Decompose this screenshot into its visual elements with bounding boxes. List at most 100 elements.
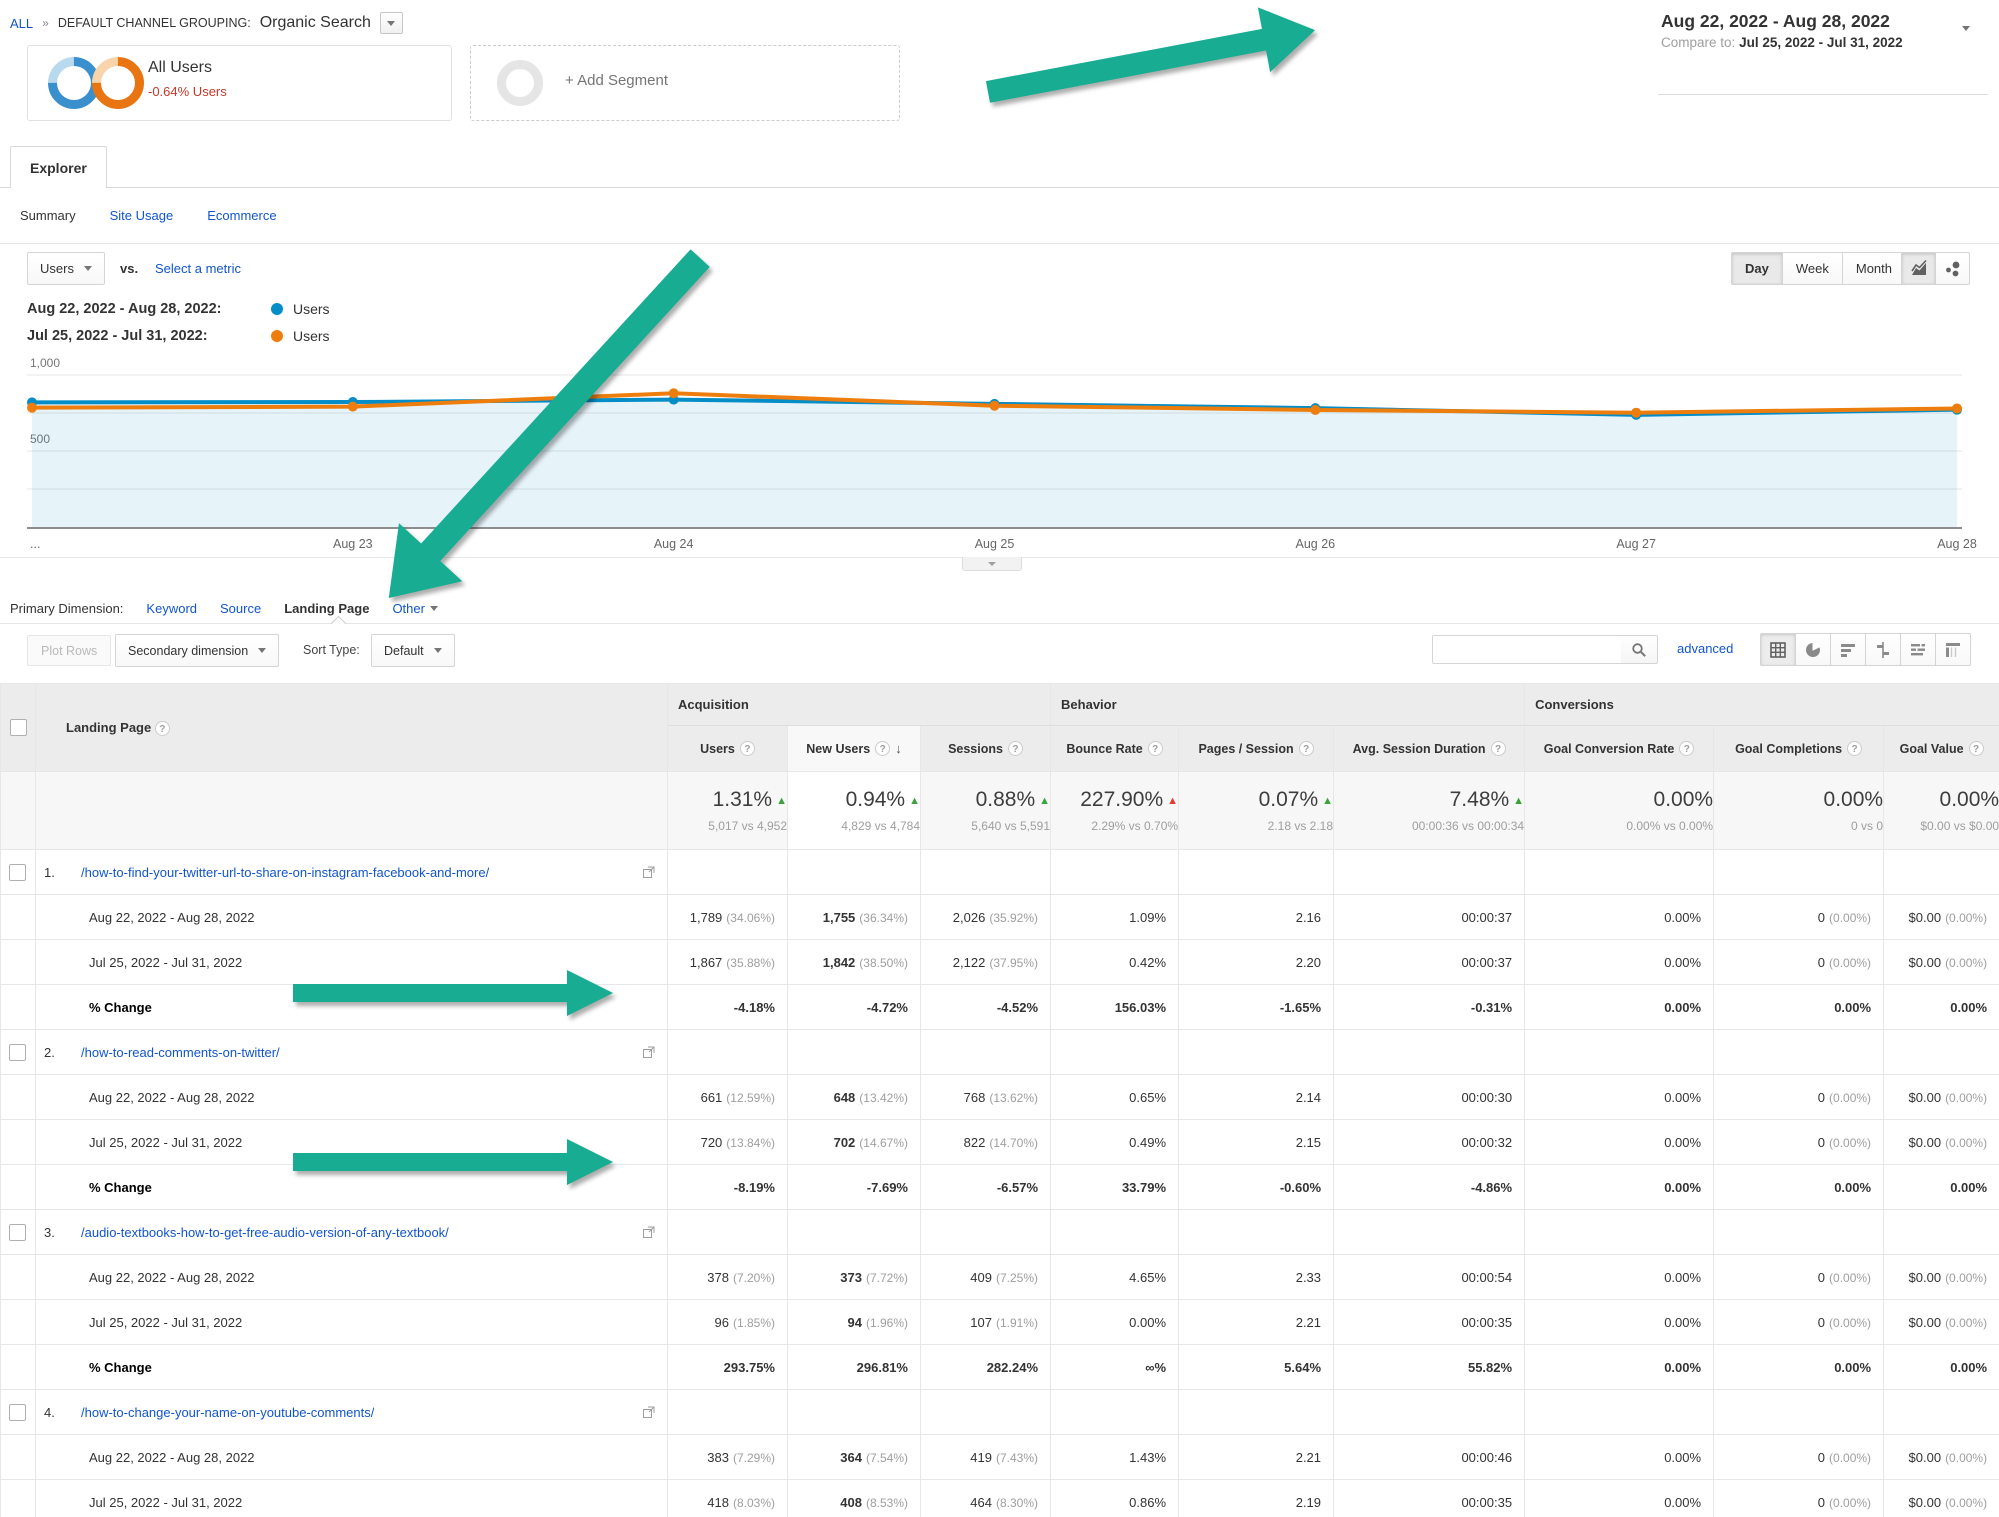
table-search-input[interactable] xyxy=(1432,635,1622,664)
period-label-cell: Aug 22, 2022 - Aug 28, 2022 xyxy=(36,1255,668,1300)
help-icon[interactable]: ? xyxy=(1491,741,1506,756)
secondary-dimension-dropdown[interactable]: Secondary dimension xyxy=(115,634,279,667)
data-view-button[interactable] xyxy=(1760,633,1796,666)
column-header-new_users[interactable]: New Users?↓ xyxy=(788,726,921,772)
dimension-keyword-link[interactable]: Keyword xyxy=(146,601,197,616)
cell-percent-of-total: (0.00%) xyxy=(1945,1451,1987,1465)
segment-all-users-card[interactable]: All Users -0.64% Users xyxy=(27,45,452,121)
open-in-new-icon[interactable] xyxy=(642,866,655,879)
subtab-summary[interactable]: Summary xyxy=(20,208,76,223)
help-icon[interactable]: ? xyxy=(1679,741,1694,756)
granularity-day-button[interactable]: Day xyxy=(1731,252,1783,285)
header-landing-page: Landing Page ? xyxy=(36,684,668,772)
line-chart-view-button[interactable] xyxy=(1901,252,1936,285)
row-select-cell xyxy=(1,1075,36,1120)
column-header-gc[interactable]: Goal Completions? xyxy=(1714,726,1884,772)
cell-value: 0.00% xyxy=(1664,1270,1701,1285)
row-checkbox[interactable] xyxy=(9,1404,26,1421)
column-header-bounce[interactable]: Bounce Rate? xyxy=(1051,726,1179,772)
metric-dropdown[interactable]: Users xyxy=(27,252,105,285)
subtab-site-usage[interactable]: Site Usage xyxy=(110,208,174,223)
cell-gcr: 0.00% xyxy=(1525,1075,1714,1120)
cell-value: 2.21 xyxy=(1296,1315,1321,1330)
select-a-metric-link[interactable]: Select a metric xyxy=(155,261,241,276)
help-icon[interactable]: ? xyxy=(1148,741,1163,756)
performance-view-button[interactable] xyxy=(1830,633,1866,666)
comparison-view-button[interactable] xyxy=(1865,633,1901,666)
dimension-landing-page-active[interactable]: Landing Page xyxy=(284,601,369,616)
column-header-users[interactable]: Users? xyxy=(668,726,788,772)
date-range-picker[interactable]: Aug 22, 2022 - Aug 28, 2022 Compare to: … xyxy=(1661,11,1961,50)
cell-value: 720 xyxy=(701,1135,723,1150)
collapse-chart-tab[interactable] xyxy=(962,557,1022,571)
table-search-button[interactable] xyxy=(1621,635,1658,664)
select-all-checkbox[interactable] xyxy=(10,719,27,736)
summary-comparison: 2.18 vs 2.18 xyxy=(1179,819,1333,833)
sort-descending-icon[interactable]: ↓ xyxy=(895,741,902,756)
landing-page-header-label[interactable]: Landing Page xyxy=(66,720,151,735)
help-icon[interactable]: ? xyxy=(1847,741,1862,756)
legend-dot-orange-icon xyxy=(271,330,283,342)
advanced-filter-link[interactable]: advanced xyxy=(1677,641,1733,656)
cell-users: 720(13.84%) xyxy=(668,1120,788,1165)
cell-value: 00:00:37 xyxy=(1461,910,1512,925)
percentage-view-button[interactable] xyxy=(1795,633,1831,666)
change-value: -0.60% xyxy=(1280,1180,1321,1195)
motion-chart-view-button[interactable] xyxy=(1935,252,1970,285)
grouping-dropdown-button[interactable] xyxy=(380,12,403,34)
help-icon[interactable]: ? xyxy=(1299,741,1314,756)
granularity-week-button[interactable]: Week xyxy=(1782,252,1843,285)
cell-gc: 0(0.00%) xyxy=(1714,940,1884,985)
row-checkbox[interactable] xyxy=(9,864,26,881)
open-in-new-icon[interactable] xyxy=(642,1046,655,1059)
change-cell-sessions: 282.24% xyxy=(921,1345,1051,1390)
empty-cell xyxy=(668,1210,788,1255)
legend-date-range-b: Jul 25, 2022 - Jul 31, 2022: xyxy=(27,328,265,344)
summary-percent-value: 0.00% xyxy=(1654,788,1714,811)
change-value: -6.57% xyxy=(997,1180,1038,1195)
row-checkbox[interactable] xyxy=(9,1224,26,1241)
cell-value: $0.00 xyxy=(1909,1315,1942,1330)
column-header-pages[interactable]: Pages / Session? xyxy=(1179,726,1334,772)
segment-delta: -0.64% Users xyxy=(148,84,227,99)
term-cloud-view-button[interactable] xyxy=(1900,633,1936,666)
empty-cell xyxy=(1714,1030,1884,1075)
cell-value: 0.00% xyxy=(1664,1135,1701,1150)
dimension-source-link[interactable]: Source xyxy=(220,601,261,616)
granularity-month-button[interactable]: Month xyxy=(1842,252,1906,285)
landing-page-link[interactable]: /how-to-read-comments-on-twitter/ xyxy=(81,1045,280,1060)
cell-new_users: 702(14.67%) xyxy=(788,1120,921,1165)
summary-comparison: $0.00 vs $0.00 xyxy=(1884,819,1999,833)
row-checkbox[interactable] xyxy=(9,1044,26,1061)
column-header-gv[interactable]: Goal Value? xyxy=(1884,726,1999,772)
column-header-duration[interactable]: Avg. Session Duration? xyxy=(1334,726,1525,772)
sort-type-dropdown[interactable]: Default xyxy=(371,634,455,667)
date-picker-chevron-icon[interactable] xyxy=(1962,26,1970,31)
cell-value: 464 xyxy=(970,1495,992,1510)
open-in-new-icon[interactable] xyxy=(642,1226,655,1239)
cell-percent-of-total: (8.30%) xyxy=(996,1496,1038,1510)
column-header-gcr[interactable]: Goal Conversion Rate? xyxy=(1525,726,1714,772)
landing-page-link[interactable]: /audio-textbooks-how-to-get-free-audio-v… xyxy=(81,1225,449,1240)
subtab-ecommerce[interactable]: Ecommerce xyxy=(207,208,276,223)
add-segment-card[interactable]: + Add Segment xyxy=(470,45,900,121)
pivot-view-button[interactable] xyxy=(1935,633,1971,666)
plot-rows-button[interactable]: Plot Rows xyxy=(27,635,111,666)
help-icon[interactable]: ? xyxy=(155,721,170,736)
help-icon[interactable]: ? xyxy=(740,741,755,756)
help-icon[interactable]: ? xyxy=(875,741,890,756)
breadcrumb-all-link[interactable]: ALL xyxy=(10,16,33,31)
help-icon[interactable]: ? xyxy=(1969,741,1984,756)
open-in-new-icon[interactable] xyxy=(642,1406,655,1419)
tab-explorer[interactable]: Explorer xyxy=(10,146,107,188)
cell-percent-of-total: (14.70%) xyxy=(989,1136,1038,1150)
cell-pages: 2.21 xyxy=(1179,1300,1334,1345)
landing-page-link[interactable]: /how-to-find-your-twitter-url-to-share-o… xyxy=(81,865,489,880)
landing-page-link[interactable]: /how-to-change-your-name-on-youtube-comm… xyxy=(81,1405,374,1420)
help-icon[interactable]: ? xyxy=(1008,741,1023,756)
cell-percent-of-total: (0.00%) xyxy=(1829,911,1871,925)
summary-comparison: 2.29% vs 0.70% xyxy=(1051,819,1178,833)
table-header-group-row: Landing Page ?AcquisitionBehaviorConvers… xyxy=(1,684,1999,726)
change-value: 0.00% xyxy=(1950,1000,1987,1015)
column-header-sessions[interactable]: Sessions? xyxy=(921,726,1051,772)
